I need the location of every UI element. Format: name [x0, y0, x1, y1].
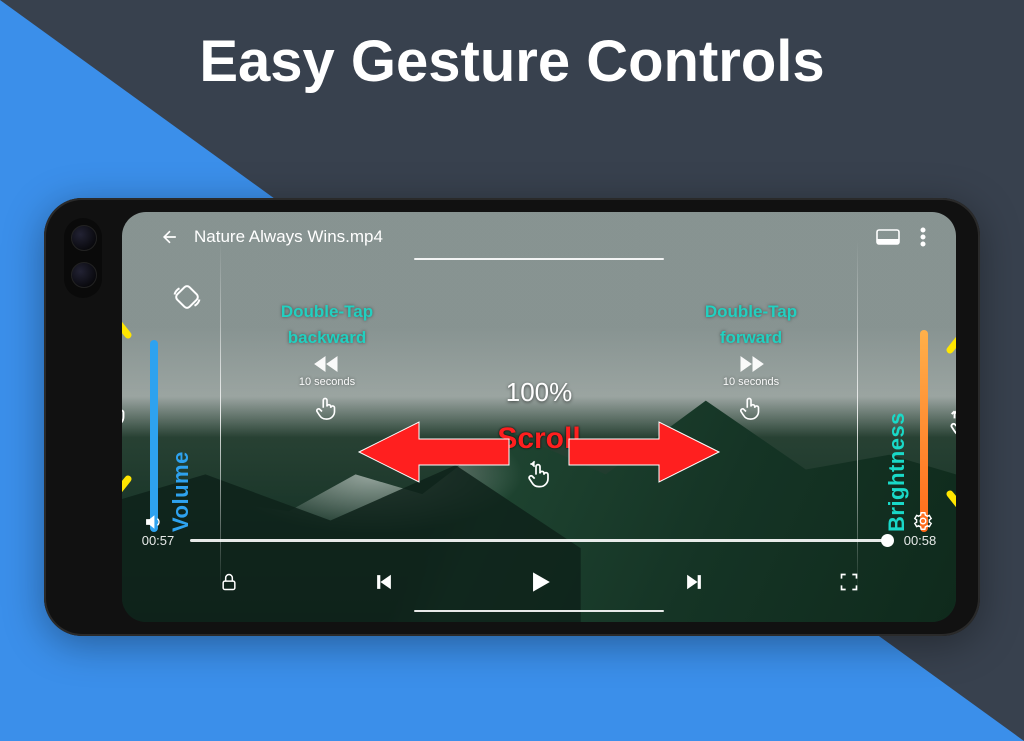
scroll-gesture-zone[interactable]: 100% Scroll — [309, 377, 769, 490]
bottom-handle-bar — [414, 610, 664, 612]
headline: Easy Gesture Controls — [0, 28, 1024, 95]
seek-thumb[interactable] — [881, 534, 894, 547]
volume-gesture-zone[interactable]: Volume — [128, 282, 216, 532]
current-time: 00:57 — [138, 533, 178, 548]
scroll-arrows — [299, 417, 779, 487]
doubletap-fwd-label2: forward — [720, 328, 782, 348]
video-title: Nature Always Wins.mp4 — [194, 227, 383, 247]
play-icon[interactable] — [521, 564, 557, 600]
phone-mockup: Nature Always Wins.mp4 Volume — [44, 198, 980, 636]
brightness-label: Brightness — [884, 330, 910, 532]
swipe-hand-icon — [122, 397, 132, 431]
left-aux-stack — [144, 512, 164, 532]
next-icon[interactable] — [676, 564, 712, 600]
volume-label: Volume — [168, 340, 194, 532]
previous-icon[interactable] — [366, 564, 402, 600]
subtitle-icon[interactable] — [876, 227, 900, 247]
doubletap-fwd-label1: Double-Tap — [705, 302, 797, 322]
speaker-icon[interactable] — [144, 512, 164, 532]
player-top-bar: Nature Always Wins.mp4 — [122, 226, 956, 248]
lock-icon[interactable] — [211, 564, 247, 600]
player-bottom-bar — [122, 564, 956, 600]
video-player-screen[interactable]: Nature Always Wins.mp4 Volume — [122, 212, 956, 622]
brightness-bar — [920, 330, 928, 532]
more-icon[interactable] — [914, 226, 932, 248]
swipe-hand-icon — [946, 407, 956, 441]
duration: 00:58 — [900, 533, 940, 548]
brightness-gesture-zone[interactable]: Brightness — [862, 282, 950, 532]
back-icon[interactable] — [160, 227, 180, 247]
doubletap-back-label2: backward — [288, 328, 366, 348]
zoom-level: 100% — [309, 377, 769, 408]
progress-row: 00:57 00:58 — [138, 533, 940, 548]
doubletap-back-label1: Double-Tap — [281, 302, 373, 322]
seek-track[interactable] — [190, 539, 888, 542]
fullscreen-icon[interactable] — [831, 564, 867, 600]
gear-icon[interactable] — [912, 510, 934, 532]
top-handle-bar — [414, 258, 664, 260]
phone-camera-cutout — [64, 218, 102, 298]
right-aux-stack — [912, 510, 934, 532]
volume-bar — [150, 340, 158, 532]
